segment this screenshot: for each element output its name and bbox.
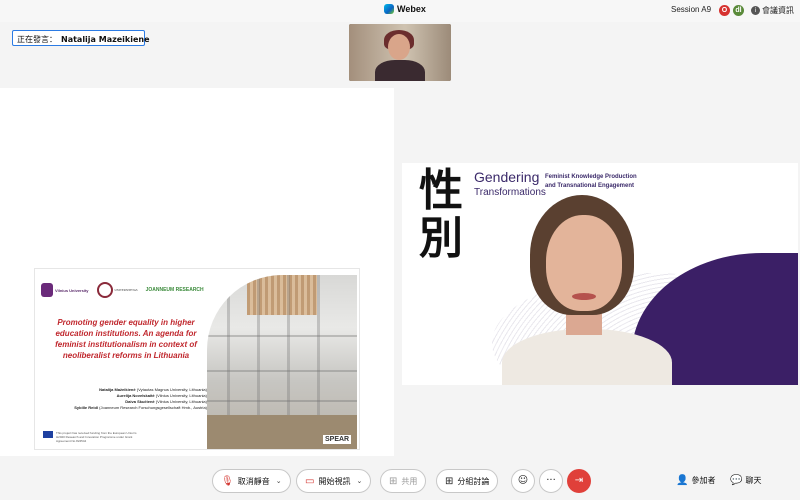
speaker-prefix: 正在發言： — [17, 35, 57, 44]
leave-icon: ⇥ — [574, 475, 584, 486]
vilnius-university-logo: Vilnius University — [41, 283, 89, 297]
presenter-figure — [502, 181, 672, 385]
smiley-icon: ☺ — [517, 475, 529, 486]
spear-logo: SPEAR — [323, 435, 352, 444]
unmute-button[interactable]: 🎙 取消靜音 ⌄ — [212, 469, 291, 493]
leave-meeting-button[interactable]: ⇥ — [567, 469, 591, 493]
thumbnail-body — [375, 60, 425, 81]
background-hanzi: 性別 — [419, 165, 463, 264]
university-logo: UNIVERSITETAS — [96, 282, 138, 298]
chat-button[interactable]: 💬 聊天 — [730, 475, 761, 486]
author-line: Sybille Reidl (Joanneum Research Forschu… — [74, 405, 207, 410]
meeting-info-label: 會議資訊 — [762, 6, 794, 15]
participants-button[interactable]: 👤 參加者 — [676, 475, 715, 486]
crest-icon — [41, 283, 53, 297]
presentation-slide: Vilnius University UNIVERSITETAS JOANNEU… — [34, 268, 360, 450]
seal-icon — [96, 282, 113, 298]
video-off-icon: ▭ — [305, 475, 315, 487]
avatar-o[interactable]: O — [719, 5, 730, 16]
breakout-button[interactable]: ⊞ 分組討論 — [436, 469, 499, 493]
avatar-d[interactable]: dl — [733, 5, 744, 16]
slide-logos: Vilnius University UNIVERSITETAS JOANNEU… — [41, 279, 204, 301]
breakout-icon: ⊞ — [445, 475, 454, 487]
reactions-button[interactable]: ☺ — [511, 469, 535, 493]
active-speaker-label: 正在發言： Natalija Mazeikiene — [12, 30, 150, 46]
person-icon: 👤 — [676, 475, 689, 486]
chevron-down-icon[interactable]: ⌄ — [276, 477, 282, 485]
building-photo — [207, 275, 357, 449]
slide-title: Promoting gender equality in higher educ… — [55, 318, 197, 360]
shared-content-panel[interactable]: Vilnius University UNIVERSITETAS JOANNEU… — [0, 88, 394, 456]
microphone-muted-icon: 🎙 — [221, 475, 234, 487]
start-video-button[interactable]: ▭ 開始視訊 ⌄ — [296, 469, 372, 493]
speaker-name: Natalija Mazeikiene — [61, 35, 150, 44]
slide-authors: Natalija Mažeikienė (Vytautas Magnus Uni… — [41, 387, 207, 411]
funding-note: This project has received funding from t… — [43, 431, 143, 443]
chevron-down-icon[interactable]: ⌄ — [356, 477, 362, 485]
info-icon: i — [751, 6, 760, 15]
eu-flag-icon — [43, 431, 53, 438]
ellipsis-icon: ··· — [546, 475, 556, 486]
session-name: Session A9 — [671, 5, 712, 14]
thumbnail-face — [388, 34, 410, 60]
speaker-thumbnail[interactable] — [349, 24, 451, 81]
share-icon: ⊞ — [389, 475, 398, 487]
meeting-controls-bar: 🎙 取消靜音 ⌄ ▭ 開始視訊 ⌄ ⊞ 共用 ⊞ 分組討論 ☺ ··· ⇥ 👤 … — [0, 462, 800, 500]
presenter-video[interactable]: 性別 Gendering Transformations Feminist Kn… — [402, 163, 798, 385]
meeting-info-button[interactable]: i 會議資訊 — [751, 5, 794, 16]
share-button[interactable]: ⊞ 共用 — [380, 469, 427, 493]
more-options-button[interactable]: ··· — [539, 469, 563, 493]
webex-logo-icon — [384, 4, 394, 14]
title-bar: Webex Session A9 O dl i 會議資訊 — [0, 0, 800, 22]
chat-bubble-icon: 💬 — [730, 475, 743, 486]
app-title: Webex — [384, 4, 426, 14]
joanneum-research-logo: JOANNEUM RESEARCH — [145, 286, 204, 293]
app-name: Webex — [397, 4, 426, 14]
